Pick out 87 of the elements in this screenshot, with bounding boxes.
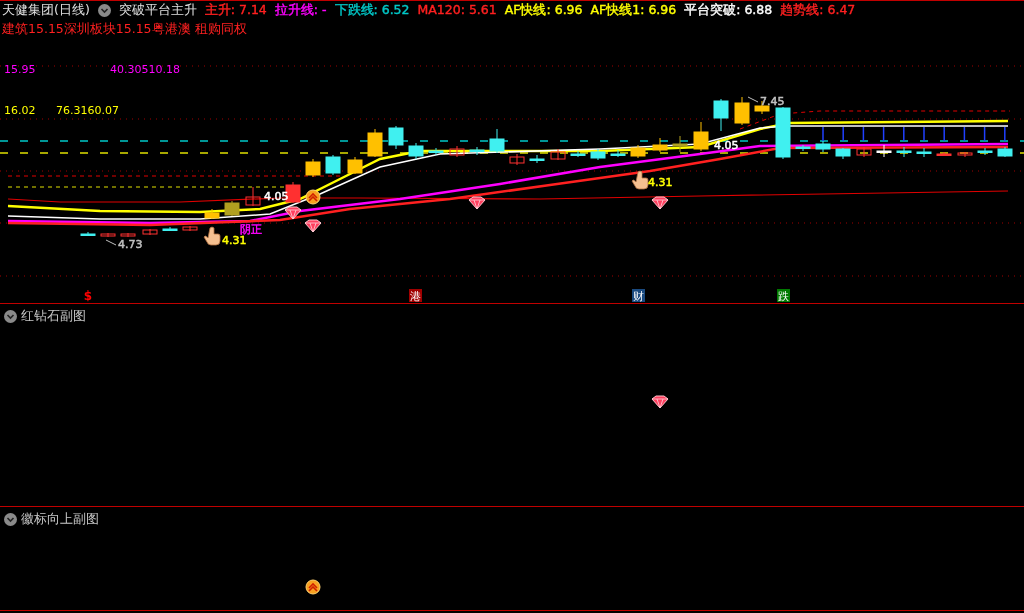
- diamond-icon: [468, 196, 486, 210]
- candlestick: [876, 144, 892, 158]
- axis-label: 15.95: [4, 63, 36, 76]
- price-label: 阴正: [240, 223, 262, 236]
- chevron-down-icon[interactable]: [4, 512, 17, 526]
- concept-tags: 建筑15.15深圳板块15.15粤港澳 租购同权: [2, 21, 247, 36]
- candlestick: [630, 144, 646, 159]
- candlestick: [936, 151, 952, 157]
- indicator-value: 趋势线: 6.47: [780, 1, 856, 19]
- diamond-icon: [284, 206, 302, 220]
- event-tag[interactable]: 港: [409, 289, 422, 303]
- diamond-icon: [304, 219, 322, 233]
- panel-title: 徽标向上副图: [21, 511, 99, 527]
- stock-title: 天健集团(日线): [2, 1, 90, 19]
- indicator-value: 下跌线: 6.52: [334, 1, 410, 19]
- chevron-down-icon[interactable]: [4, 309, 17, 323]
- candlestick: [815, 140, 831, 153]
- signal-bar: [963, 126, 966, 142]
- price-label: 4.05: [714, 139, 739, 152]
- candlestick: [182, 225, 198, 232]
- candlestick: [713, 98, 729, 132]
- indicator-value: AF快线: 6.96: [504, 1, 583, 19]
- price-label: 4.31: [222, 234, 247, 247]
- panel-title: 红钻石副图: [21, 308, 86, 324]
- axis-label: 40.30510.18: [110, 63, 180, 76]
- candlestick: [489, 128, 505, 154]
- indicator-value: 主升: 7.14: [204, 1, 267, 19]
- chevron-down-icon[interactable]: [97, 3, 111, 17]
- candlestick: [509, 153, 525, 166]
- price-label: 4.31: [648, 176, 673, 189]
- price-label: 4.73: [118, 238, 143, 251]
- candlestick: [610, 149, 626, 158]
- indicator-value: 平台突破: 6.88: [684, 1, 773, 19]
- axis-label: 16.02: [4, 104, 36, 117]
- candlestick: [550, 148, 566, 161]
- candlestick: [408, 142, 424, 160]
- leader-line: [105, 239, 117, 246]
- candlestick: [570, 150, 586, 158]
- leader-line: [747, 96, 759, 103]
- event-tag[interactable]: 跌: [777, 289, 790, 303]
- indicator-name[interactable]: 突破平台主升: [118, 1, 197, 19]
- candlestick: [245, 186, 261, 207]
- candlestick: [957, 151, 973, 158]
- candlestick: [469, 146, 485, 156]
- candlestick: [896, 146, 912, 158]
- candlestick: [590, 148, 606, 161]
- candlestick: [795, 144, 811, 152]
- signal-bar: [983, 126, 986, 142]
- candlestick: [204, 208, 220, 220]
- candlestick: [428, 147, 444, 156]
- candlestick: [775, 106, 791, 160]
- candlestick: [388, 125, 404, 150]
- chevron-up-badge-icon: [305, 189, 321, 205]
- candlestick: [367, 128, 383, 158]
- hand-pointer-icon: [631, 170, 649, 190]
- diamond-icon: [651, 196, 669, 210]
- event-tag[interactable]: 财: [632, 289, 645, 303]
- candlestick: [856, 146, 872, 158]
- candlestick: [347, 156, 363, 175]
- indicator-value: MA120: 5.61: [417, 1, 497, 19]
- candlestick: [224, 200, 240, 217]
- signal-bar: [882, 126, 885, 142]
- candlestick: [325, 154, 341, 176]
- candlestick: [997, 146, 1013, 158]
- candlestick: [734, 96, 750, 126]
- indicator-value: AF快线1: 6.96: [590, 1, 677, 19]
- candlestick: [652, 137, 668, 153]
- candlestick: [100, 232, 116, 238]
- candlestick: [120, 232, 136, 238]
- indicator-value: 拉升线: -: [274, 1, 327, 19]
- candlestick: [672, 135, 688, 153]
- candlestick: [916, 147, 932, 158]
- candlestick: [162, 226, 178, 232]
- candlestick: [835, 147, 851, 160]
- diamond-icon: [651, 395, 669, 409]
- chevron-up-badge-icon: [305, 579, 321, 595]
- axis-label: 76.3160.07: [56, 104, 119, 117]
- event-marker[interactable]: $: [83, 289, 93, 303]
- signal-bar: [862, 126, 865, 142]
- candlestick: [80, 231, 96, 237]
- candlestick: [449, 145, 465, 158]
- hand-pointer-icon: [203, 226, 221, 246]
- price-label: 7.45: [760, 95, 785, 108]
- candlestick: [529, 154, 545, 164]
- candlestick: [142, 228, 158, 236]
- candlestick: [305, 158, 321, 178]
- candlestick: [693, 121, 709, 152]
